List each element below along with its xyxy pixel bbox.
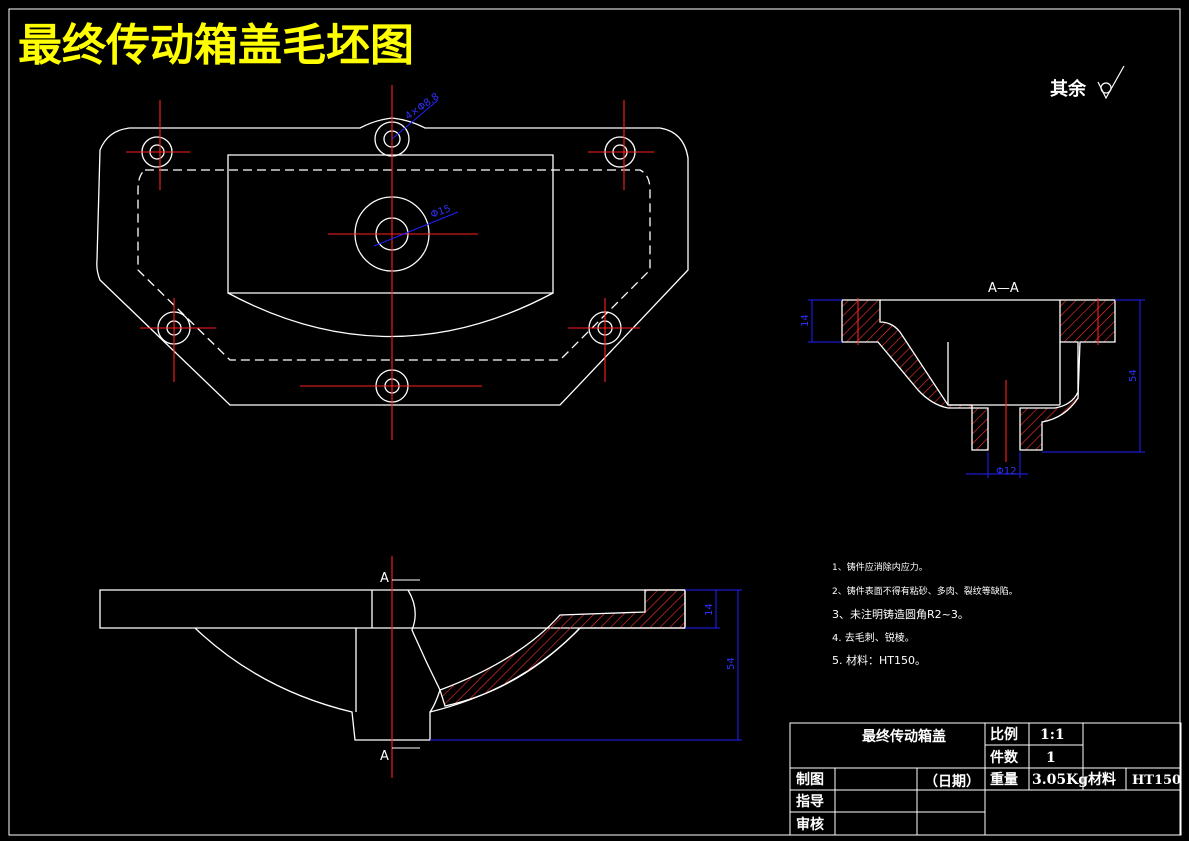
- section-view: [841, 299, 1116, 451]
- top-view-hidden-line: [137, 169, 651, 361]
- tb-material-value: HT150: [1132, 773, 1181, 788]
- section-left-wall: [841, 299, 989, 451]
- dim-hole-small: 4×Φ8.8: [403, 91, 441, 122]
- tb-weight-value: 3.05Kg: [1032, 772, 1088, 788]
- drawing-canvas: 最终传动箱盖毛坯图 其余 4×Φ8.8 Φ15 A—A 14 54 Φ12 A …: [8, 8, 1182, 836]
- dim-total-height-1: 54: [1128, 369, 1139, 382]
- tb-scale-label: 比例: [990, 726, 1018, 743]
- note-4: 4. 去毛刺、锐棱。: [832, 631, 915, 644]
- surface-roughness-note: 其余: [1050, 65, 1125, 100]
- top-view-bowl-arc: [227, 292, 554, 338]
- tb-qty-value: 1: [1046, 750, 1056, 766]
- cut-mark-bottom: A: [380, 749, 389, 764]
- front-view-bowl: [194, 627, 581, 741]
- note-5: 5. 材料：HT150。: [832, 653, 926, 667]
- top-view-centerlines: [126, 85, 654, 440]
- title-block: [789, 722, 1182, 836]
- tb-qty-label: 件数: [990, 749, 1019, 766]
- drawing-border: [8, 8, 1181, 836]
- surface-note-text: 其余: [1050, 78, 1087, 100]
- top-view-bowl-outline: [227, 154, 554, 294]
- dim-bore: Φ12: [996, 466, 1017, 477]
- drawing-title: 最终传动箱盖毛坯图: [18, 20, 414, 71]
- front-view-hatched-section: [439, 589, 686, 707]
- note-1: 1、铸件应消除内应力。: [832, 561, 928, 573]
- technical-notes: 1、铸件应消除内应力。 2、铸件表面不得有粘砂、多肉、裂纹等缺陷。 3、未注明铸…: [832, 561, 1018, 667]
- tb-guide-label: 指导: [796, 793, 824, 810]
- dim-flange-height-1: 14: [800, 314, 811, 327]
- tb-review-label: 审核: [796, 816, 824, 833]
- section-right-wall: [1019, 299, 1116, 451]
- tb-scale-value: 1:1: [1040, 727, 1065, 743]
- top-view-dimensions: [373, 99, 459, 247]
- tb-material-label: 材料: [1088, 771, 1116, 788]
- section-label: A—A: [988, 281, 1019, 296]
- tb-weight-label: 重量: [990, 771, 1018, 788]
- front-view-break-line: [407, 589, 441, 713]
- dim-total-height-2: 54: [726, 657, 737, 670]
- note-2: 2、铸件表面不得有粘砂、多肉、裂纹等缺陷。: [832, 585, 1018, 597]
- cut-mark-top: A: [380, 571, 389, 586]
- tb-date-label: （日期）: [924, 774, 980, 790]
- front-view-cut-marks: [392, 579, 420, 749]
- dim-flange-height-2: 14: [704, 603, 715, 616]
- dim-hole-center: Φ15: [429, 203, 452, 220]
- roughness-symbol-icon: [1097, 65, 1125, 100]
- front-view-dimensions: [430, 589, 742, 741]
- note-3: 3、未注明铸造圆角R2~3。: [832, 607, 969, 621]
- tb-drawn-label: 制图: [796, 771, 824, 788]
- tb-part-name: 最终传动箱盖: [862, 728, 946, 745]
